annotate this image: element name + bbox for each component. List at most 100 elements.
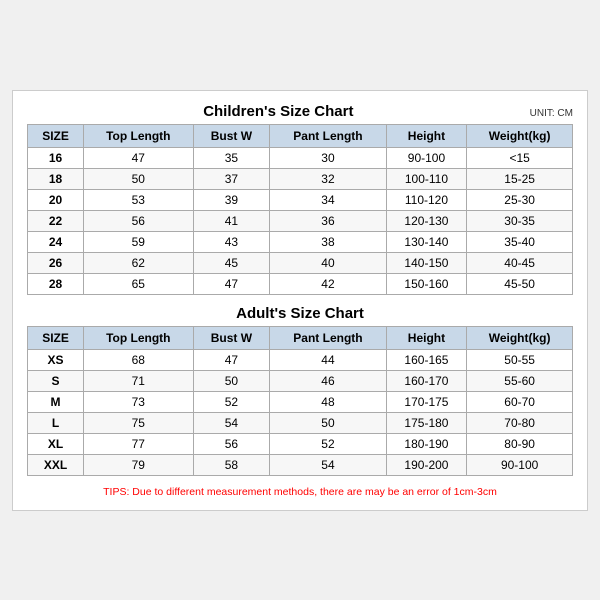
table-cell: 54 — [270, 454, 386, 475]
children-title-row: Children's Size Chart UNIT: CM — [27, 103, 573, 120]
table-cell: 110-120 — [386, 189, 467, 210]
children-col-toplength: Top Length — [84, 124, 193, 147]
table-cell: 40 — [270, 252, 386, 273]
table-cell: 180-190 — [386, 433, 467, 454]
table-row: L755450175-18070-80 — [28, 412, 573, 433]
table-row: 22564136120-13030-35 — [28, 210, 573, 231]
adult-header-row: SIZE Top Length Bust W Pant Length Heigh… — [28, 326, 573, 349]
table-cell: 52 — [193, 391, 270, 412]
adult-body: XS684744160-16550-55S715046160-17055-60M… — [28, 349, 573, 475]
table-cell: 39 — [193, 189, 270, 210]
table-cell: M — [28, 391, 84, 412]
children-col-height: Height — [386, 124, 467, 147]
table-cell: 52 — [270, 433, 386, 454]
table-cell: 50 — [84, 168, 193, 189]
tips-text: TIPS: Due to different measurement metho… — [27, 486, 573, 498]
table-cell: 59 — [84, 231, 193, 252]
table-cell: 68 — [84, 349, 193, 370]
table-cell: 50 — [270, 412, 386, 433]
table-cell: 55-60 — [467, 370, 573, 391]
table-cell: 79 — [84, 454, 193, 475]
table-row: XL775652180-19080-90 — [28, 433, 573, 454]
table-cell: 37 — [193, 168, 270, 189]
table-cell: 47 — [84, 147, 193, 168]
table-cell: S — [28, 370, 84, 391]
children-table: SIZE Top Length Bust W Pant Length Heigh… — [27, 124, 573, 295]
adult-col-height: Height — [386, 326, 467, 349]
table-cell: 70-80 — [467, 412, 573, 433]
table-cell: 60-70 — [467, 391, 573, 412]
table-cell: 15-25 — [467, 168, 573, 189]
table-row: 18503732100-11015-25 — [28, 168, 573, 189]
table-cell: 160-170 — [386, 370, 467, 391]
table-row: 24594338130-14035-40 — [28, 231, 573, 252]
table-cell: 26 — [28, 252, 84, 273]
table-cell: 42 — [270, 273, 386, 294]
table-cell: 90-100 — [467, 454, 573, 475]
table-cell: XXL — [28, 454, 84, 475]
table-cell: 34 — [270, 189, 386, 210]
table-cell: 36 — [270, 210, 386, 231]
table-row: 28654742150-16045-50 — [28, 273, 573, 294]
children-col-size: SIZE — [28, 124, 84, 147]
table-cell: 190-200 — [386, 454, 467, 475]
table-cell: 175-180 — [386, 412, 467, 433]
table-cell: 28 — [28, 273, 84, 294]
unit-label: UNIT: CM — [530, 108, 573, 119]
table-row: XS684744160-16550-55 — [28, 349, 573, 370]
table-cell: 18 — [28, 168, 84, 189]
table-row: M735248170-17560-70 — [28, 391, 573, 412]
children-col-bustw: Bust W — [193, 124, 270, 147]
table-cell: 45 — [193, 252, 270, 273]
adult-title-row: Adult's Size Chart — [27, 305, 573, 322]
table-cell: L — [28, 412, 84, 433]
table-row: S715046160-17055-60 — [28, 370, 573, 391]
table-cell: 62 — [84, 252, 193, 273]
table-cell: 140-150 — [386, 252, 467, 273]
table-cell: 46 — [270, 370, 386, 391]
adult-col-bustw: Bust W — [193, 326, 270, 349]
table-cell: 170-175 — [386, 391, 467, 412]
table-cell: 50 — [193, 370, 270, 391]
table-cell: 25-30 — [467, 189, 573, 210]
table-cell: 53 — [84, 189, 193, 210]
table-cell: 130-140 — [386, 231, 467, 252]
children-header-row: SIZE Top Length Bust W Pant Length Heigh… — [28, 124, 573, 147]
table-cell: 65 — [84, 273, 193, 294]
table-cell: 47 — [193, 273, 270, 294]
table-cell: 73 — [84, 391, 193, 412]
table-cell: 58 — [193, 454, 270, 475]
table-cell: 22 — [28, 210, 84, 231]
table-cell: 71 — [84, 370, 193, 391]
table-cell: 90-100 — [386, 147, 467, 168]
children-title: Children's Size Chart — [27, 103, 530, 120]
table-cell: 38 — [270, 231, 386, 252]
children-col-weight: Weight(kg) — [467, 124, 573, 147]
table-cell: 30 — [270, 147, 386, 168]
table-cell: XS — [28, 349, 84, 370]
adult-col-size: SIZE — [28, 326, 84, 349]
table-row: 26624540140-15040-45 — [28, 252, 573, 273]
table-cell: 41 — [193, 210, 270, 231]
adult-table: SIZE Top Length Bust W Pant Length Heigh… — [27, 326, 573, 476]
table-cell: 120-130 — [386, 210, 467, 231]
table-cell: 48 — [270, 391, 386, 412]
table-cell: 24 — [28, 231, 84, 252]
table-cell: XL — [28, 433, 84, 454]
table-row: 20533934110-12025-30 — [28, 189, 573, 210]
table-cell: 44 — [270, 349, 386, 370]
table-cell: 32 — [270, 168, 386, 189]
table-cell: 80-90 — [467, 433, 573, 454]
table-cell: 16 — [28, 147, 84, 168]
children-body: 1647353090-100<1518503732100-11015-25205… — [28, 147, 573, 294]
table-cell: 100-110 — [386, 168, 467, 189]
table-cell: 30-35 — [467, 210, 573, 231]
table-cell: 77 — [84, 433, 193, 454]
table-cell: 43 — [193, 231, 270, 252]
adult-col-pantlength: Pant Length — [270, 326, 386, 349]
table-cell: <15 — [467, 147, 573, 168]
table-cell: 20 — [28, 189, 84, 210]
table-cell: 35 — [193, 147, 270, 168]
table-cell: 50-55 — [467, 349, 573, 370]
table-cell: 56 — [84, 210, 193, 231]
